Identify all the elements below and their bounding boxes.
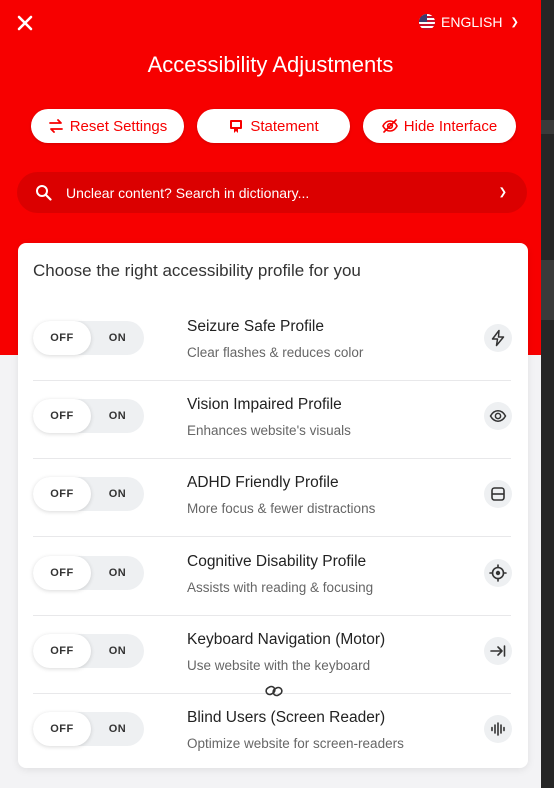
toggle-on-option[interactable]: ON bbox=[91, 712, 144, 746]
statement-icon bbox=[230, 120, 243, 133]
profile-name: ADHD Friendly Profile bbox=[187, 474, 339, 491]
profile-description: Clear flashes & reduces color bbox=[187, 345, 364, 360]
profile-description: Assists with reading & focusing bbox=[187, 580, 374, 595]
toggle-on-option[interactable]: ON bbox=[91, 477, 144, 511]
action-buttons: Reset Settings Statement Hide Interface bbox=[0, 109, 541, 143]
target-icon bbox=[484, 559, 512, 587]
profiles-heading: Choose the right accessibility profile f… bbox=[33, 261, 361, 280]
profile-description: Enhances website's visuals bbox=[187, 423, 351, 438]
link-icon bbox=[265, 685, 283, 697]
panel-title: Accessibility Adjustments bbox=[147, 52, 394, 77]
chevron-down-icon: ❯ bbox=[498, 187, 507, 198]
profile-name: Cognitive Disability Profile bbox=[187, 553, 367, 570]
hide-interface-button[interactable]: Hide Interface bbox=[363, 109, 516, 143]
toggle-on-option[interactable]: ON bbox=[91, 556, 144, 590]
row-divider bbox=[33, 536, 511, 537]
profile-row-seizure-safe: OFF ON Seizure Safe Profile Clear flashe… bbox=[33, 303, 512, 381]
toggle-off-option[interactable]: OFF bbox=[33, 634, 91, 668]
reset-settings-label: Reset Settings bbox=[69, 117, 168, 135]
audio-wave-icon bbox=[484, 715, 512, 743]
language-label: ENGLISH bbox=[441, 14, 503, 30]
profile-toggle[interactable]: OFF ON bbox=[33, 556, 144, 590]
profile-description: More focus & fewer distractions bbox=[187, 501, 376, 516]
toggle-on-option[interactable]: ON bbox=[91, 321, 144, 355]
profile-description: Optimize website for screen-readers bbox=[187, 736, 404, 751]
page: ENGLISH ❯ Accessibility Adjustments Rese… bbox=[0, 0, 554, 788]
tab-arrow-icon bbox=[484, 637, 512, 665]
profile-toggle[interactable]: OFF ON bbox=[33, 399, 144, 433]
toggle-on-option[interactable]: ON bbox=[91, 634, 144, 668]
profile-toggle[interactable]: OFF ON bbox=[33, 321, 144, 355]
profile-row-vision-impaired: OFF ON Vision Impaired Profile Enhances … bbox=[33, 381, 512, 459]
statement-button[interactable]: Statement bbox=[197, 109, 350, 143]
profile-toggle[interactable]: OFF ON bbox=[33, 634, 144, 668]
profiles-card: Choose the right accessibility profile f… bbox=[18, 243, 528, 768]
background-page-edge bbox=[540, 0, 554, 788]
statement-label: Statement bbox=[250, 117, 319, 135]
reset-settings-button[interactable]: Reset Settings bbox=[31, 109, 184, 143]
lightning-icon bbox=[484, 324, 512, 352]
us-flag-icon bbox=[419, 14, 435, 30]
eye-off-icon bbox=[381, 119, 398, 133]
toggle-on-option[interactable]: ON bbox=[91, 399, 144, 433]
eye-icon bbox=[484, 402, 512, 430]
chevron-down-icon: ❯ bbox=[510, 16, 519, 28]
close-icon bbox=[17, 15, 33, 31]
toggle-off-option[interactable]: OFF bbox=[33, 477, 91, 511]
profile-row-adhd-friendly: OFF ON ADHD Friendly Profile More focus … bbox=[33, 459, 512, 537]
profile-toggle[interactable]: OFF ON bbox=[33, 712, 144, 746]
hide-interface-label: Hide Interface bbox=[403, 117, 498, 135]
profile-name: Seizure Safe Profile bbox=[187, 318, 324, 335]
search-icon bbox=[36, 185, 52, 201]
toggle-off-option[interactable]: OFF bbox=[33, 399, 91, 433]
toggle-off-option[interactable]: OFF bbox=[33, 321, 91, 355]
profile-name: Blind Users (Screen Reader) bbox=[187, 709, 386, 726]
dictionary-search[interactable]: Unclear content? Search in dictionary...… bbox=[17, 172, 527, 213]
close-button[interactable] bbox=[14, 12, 36, 34]
toggle-off-option[interactable]: OFF bbox=[33, 556, 91, 590]
profile-row-cognitive-disability: OFF ON Cognitive Disability Profile Assi… bbox=[33, 538, 512, 616]
profile-name: Keyboard Navigation (Motor) bbox=[187, 631, 386, 648]
accessibility-panel: ENGLISH ❯ Accessibility Adjustments Rese… bbox=[0, 0, 541, 788]
profile-row-blind-users: OFF ON Blind Users (Screen Reader) Optim… bbox=[33, 694, 512, 772]
toggle-off-option[interactable]: OFF bbox=[33, 712, 91, 746]
layout-icon bbox=[484, 480, 512, 508]
search-placeholder: Unclear content? Search in dictionary... bbox=[66, 184, 310, 201]
profile-toggle[interactable]: OFF ON bbox=[33, 477, 144, 511]
reset-icon bbox=[48, 119, 63, 133]
language-selector[interactable]: ENGLISH ❯ bbox=[419, 12, 519, 32]
profile-name: Vision Impaired Profile bbox=[187, 396, 342, 413]
profile-description: Use website with the keyboard bbox=[187, 658, 371, 673]
